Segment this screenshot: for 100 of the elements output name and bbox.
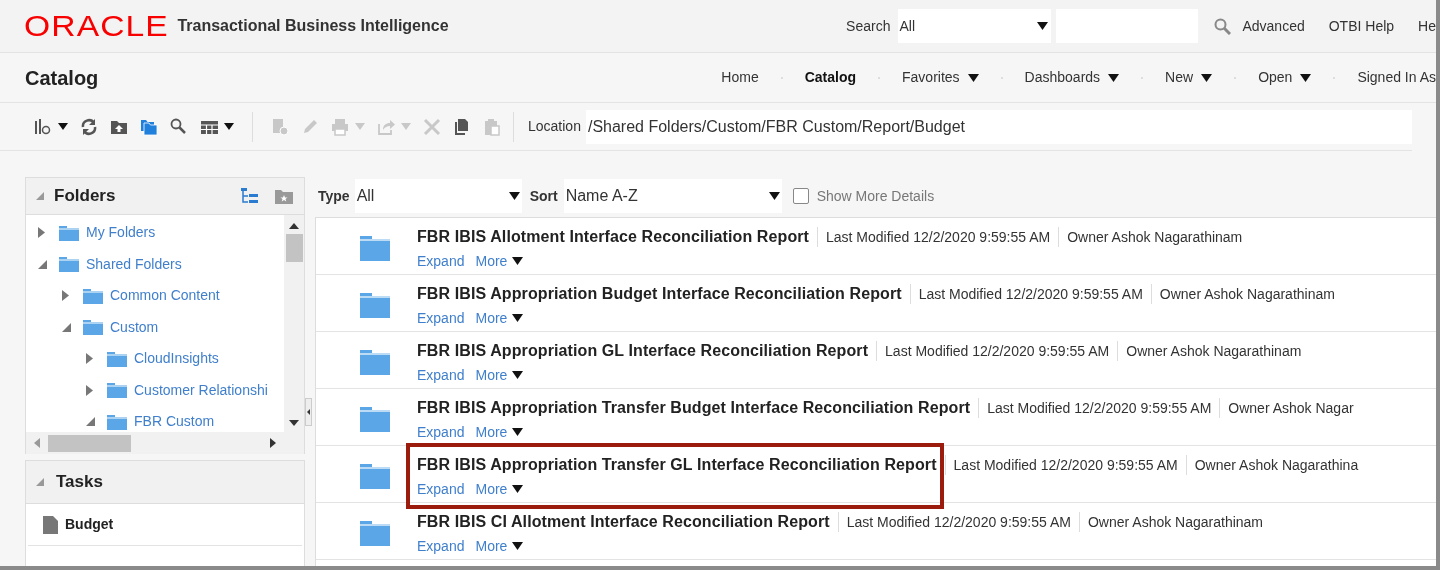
report-title[interactable]: FBR IBIS CI Allotment Interface Reconciliation Report [417,513,830,530]
folder-icon[interactable] [359,292,391,319]
type-label: Type [318,186,350,206]
checkbox-label[interactable]: Show More Details [816,185,935,207]
owner-text: Owner Ashok Nagarathinam [1067,227,1243,247]
report-title[interactable]: FBR IBIS Appropriation Transfer Budget Interface Reconciliation Report [417,399,971,416]
folder-icon[interactable] [359,520,391,547]
owner-text: Owner Ashok Nagarathinam [1159,284,1335,304]
search-scope-dropdown[interactable]: All [898,9,1052,43]
folder-link[interactable]: CloudInsights [134,348,219,370]
product-name: Transactional Business Intelligence [177,16,449,36]
owner-text: Owner Ashok Nagarathinam [1126,341,1302,361]
nav-tab[interactable]: Home [721,67,759,88]
expand-link[interactable]: Expand [417,250,465,272]
caret-icon [512,428,524,436]
caret-icon [512,257,524,265]
folder-link[interactable]: Shared Folders [86,253,182,275]
folder-icon[interactable] [359,349,391,376]
panel-title: Tasks [56,471,103,494]
new-folder-icon[interactable] [274,187,294,205]
nav-tab[interactable]: Signed In As [1357,67,1436,88]
type-dropdown[interactable]: All [354,179,522,213]
folder-icon[interactable] [359,235,391,262]
scroll-thumb[interactable] [48,434,131,452]
toolbar-button[interactable] [170,117,188,136]
folder-icon[interactable] [359,406,391,433]
more-menu-link[interactable]: More [475,364,524,386]
folder-icon [58,256,80,273]
expand-link[interactable]: Expand [417,421,465,443]
more-menu-link[interactable]: More [475,478,524,500]
more-menu-link[interactable]: More [475,535,524,557]
report-title[interactable]: FBR IBIS Appropriation GL Interface Reconciliation Report [417,342,869,359]
toolbar-button[interactable] [453,117,471,136]
folder-link[interactable]: Common Content [110,285,220,307]
collapsed-triangle-icon[interactable] [86,384,93,396]
chart-icon [34,117,52,136]
collapse-triangle-icon[interactable] [36,192,44,200]
header-link[interactable]: OTBI Help [1328,15,1395,37]
modified-date: Last Modified 12/2/2020 9:59:55 AM [826,227,1051,247]
modified-date: Last Modified 12/2/2020 9:59:55 AM [885,341,1110,361]
more-menu-link[interactable]: More [475,421,524,443]
task-link[interactable]: Budget [65,514,114,535]
expand-link[interactable]: Expand [417,364,465,386]
more-menu-link[interactable]: More [475,307,524,329]
collapsed-triangle-icon[interactable] [86,353,93,365]
folders-icon [140,117,158,136]
oracle-logo: ORACLE [24,11,169,41]
caret-icon [1037,22,1049,30]
folder-icon [82,287,104,304]
header-link[interactable]: Advanced [1242,15,1305,37]
toolbar-button[interactable] [34,117,68,136]
nav-tab[interactable]: New [1165,67,1213,88]
owner-text: Owner Ashok Nagar [1228,398,1354,418]
more-menu-link[interactable]: More [475,250,524,272]
sort-label: Sort [529,186,558,206]
folder-link[interactable]: Custom [110,316,159,338]
folder-link[interactable]: My Folders [86,222,156,244]
export-icon [377,117,395,136]
header-link[interactable]: He [1418,15,1436,37]
scroll-left-icon[interactable] [34,438,40,448]
scroll-up-icon[interactable] [289,223,299,229]
caret-icon [512,371,524,379]
report-title[interactable]: FBR IBIS Allotment Interface Reconciliation Report [417,228,809,245]
sort-dropdown[interactable]: Name A-Z [563,179,782,213]
scroll-right-icon[interactable] [270,438,276,448]
toolbar-button[interactable] [80,117,98,136]
nav-tab[interactable]: Catalog [804,67,857,88]
nav-tab[interactable]: Favorites [902,67,979,88]
printer-icon [331,117,349,136]
folder-icon [106,382,128,399]
checkbox[interactable] [792,188,809,204]
expanded-triangle-icon[interactable] [86,417,95,427]
vertical-scrollbar[interactable] [284,215,304,432]
expanded-triangle-icon[interactable] [62,322,71,332]
collapse-triangle-icon[interactable] [36,478,44,486]
collapsed-triangle-icon[interactable] [62,290,69,302]
folder-link[interactable]: FBR Custom [134,411,215,432]
location-field[interactable]: /Shared Folders/Custom/FBR Custom/Report/Budget [585,109,1412,144]
expand-link[interactable]: Expand [417,307,465,329]
pencil-icon [301,117,319,136]
expand-link[interactable]: Expand [417,478,465,500]
scroll-thumb[interactable] [285,234,303,262]
collapsed-triangle-icon[interactable] [38,227,45,239]
expanded-triangle-icon[interactable] [38,259,47,269]
splitter-handle[interactable] [305,397,312,426]
horizontal-scrollbar[interactable] [25,432,305,454]
report-title[interactable]: FBR IBIS Appropriation Budget Interface Reconciliation Report [417,285,902,302]
tree-view-icon[interactable] [240,187,260,205]
page-title: Catalog [25,65,99,91]
report-title[interactable]: FBR IBIS Appropriation Transfer GL Interface Reconciliation Report [417,456,937,473]
search-icon[interactable] [1214,17,1232,35]
expand-link[interactable]: Expand [417,535,465,557]
folder-link[interactable]: Customer Relationshi [134,379,268,401]
folder-icon[interactable] [359,463,391,490]
nav-tab[interactable]: Open [1258,67,1312,88]
folder-icon [58,224,80,241]
caret-icon [768,192,780,200]
scroll-down-icon[interactable] [289,420,299,426]
panel-title: Folders [54,185,116,208]
nav-tab[interactable]: Dashboards [1024,67,1120,88]
